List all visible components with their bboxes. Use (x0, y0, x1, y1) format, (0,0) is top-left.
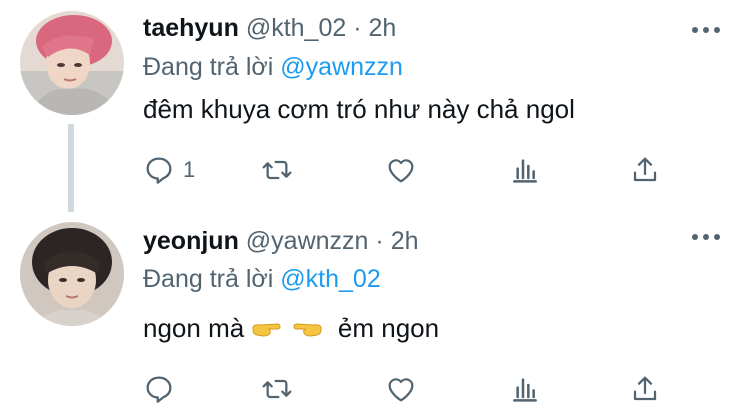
analytics-icon (513, 378, 537, 402)
tweet-header: yeonjun @yawnzzn · 2h (143, 226, 419, 256)
tweet-text-after: ẻm ngon (337, 313, 440, 343)
retweet-icon (262, 379, 292, 399)
tweet-text: ngon mà ẻm ngon (143, 312, 439, 344)
timestamp[interactable]: 2h (391, 227, 419, 255)
reply-button[interactable]: 1 (143, 153, 195, 187)
more-options-icon[interactable] (692, 234, 720, 242)
tweet-text-before: ngon mà (143, 313, 245, 343)
mention-link[interactable]: @kth_02 (280, 265, 380, 293)
share-button[interactable] (629, 153, 661, 187)
analytics-icon (513, 159, 537, 183)
share-icon (633, 376, 657, 401)
display-name[interactable]: taehyun (143, 14, 239, 42)
like-button[interactable] (385, 372, 417, 406)
analytics-button[interactable] (509, 153, 541, 187)
analytics-button[interactable] (509, 372, 541, 406)
timestamp[interactable]: 2h (369, 14, 397, 42)
tweet-header: taehyun @kth_02 · 2h (143, 13, 396, 43)
more-options-icon[interactable] (692, 27, 720, 35)
avatar[interactable] (20, 11, 124, 115)
username[interactable]: @yawnzzn (246, 227, 369, 255)
replying-prefix: Đang trả lời (143, 265, 274, 293)
retweet-icon (262, 160, 292, 180)
display-name[interactable]: yeonjun (143, 227, 239, 255)
reply-icon (146, 376, 172, 403)
action-bar: 1 (143, 153, 663, 187)
avatar[interactable] (20, 222, 124, 326)
replying-to: Đang trả lời @yawnzzn (143, 52, 403, 82)
reply-button[interactable] (143, 372, 183, 406)
separator: · (353, 14, 362, 42)
thread-line (68, 124, 74, 212)
pointing-left-emoji-icon (291, 314, 323, 337)
pointing-right-emoji-icon (251, 314, 283, 337)
reply-count: 1 (183, 157, 196, 182)
tweet[interactable]: taehyun @kth_02 · 2h Đang trả lời @yawnz… (0, 0, 750, 212)
retweet-button[interactable] (261, 153, 293, 187)
replying-to: Đang trả lời @kth_02 (143, 264, 381, 294)
retweet-button[interactable] (261, 372, 293, 406)
like-button[interactable] (385, 153, 417, 187)
separator: · (375, 227, 384, 255)
share-icon (633, 157, 657, 182)
like-icon (388, 159, 414, 183)
like-icon (388, 378, 414, 402)
reply-icon (146, 157, 172, 184)
action-bar (143, 372, 663, 406)
tweet[interactable]: yeonjun @yawnzzn · 2h Đang trả lời @kth_… (0, 207, 750, 414)
mention-link[interactable]: @yawnzzn (280, 53, 403, 81)
username[interactable]: @kth_02 (246, 14, 346, 42)
replying-prefix: Đang trả lời (143, 53, 274, 81)
tweet-text: đêm khuya cơm tró như này chả ngol (143, 94, 575, 124)
share-button[interactable] (629, 372, 661, 406)
